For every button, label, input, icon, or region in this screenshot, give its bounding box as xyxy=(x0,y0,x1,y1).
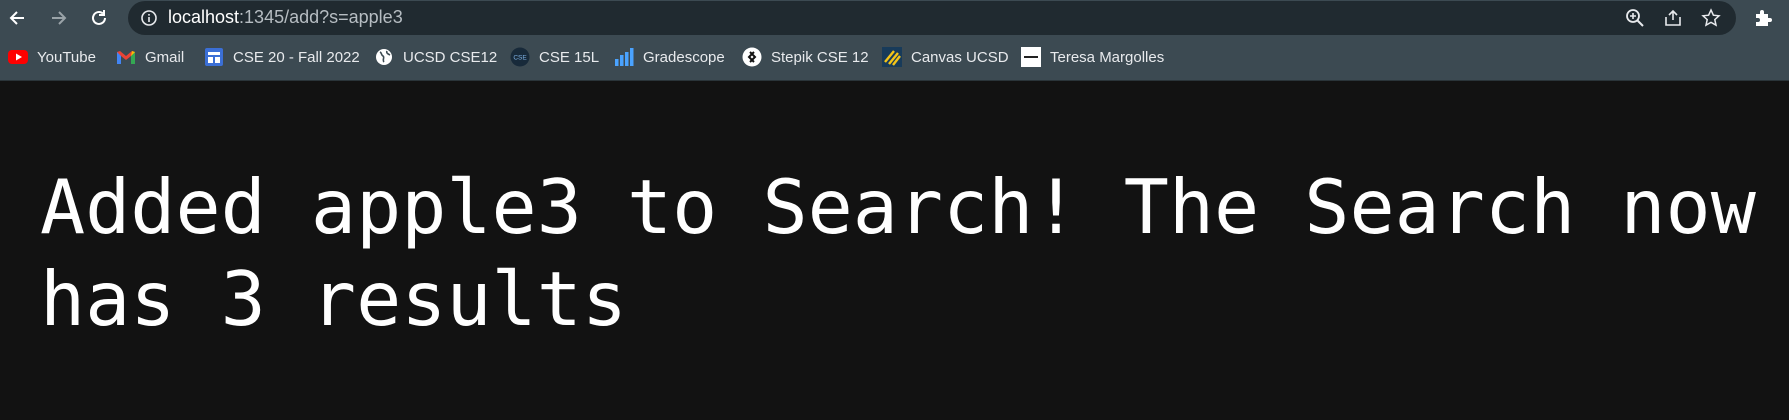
site-info-icon[interactable] xyxy=(138,7,160,29)
bookmark-cse15l[interactable]: CSE CSE 15L xyxy=(510,44,599,70)
artsy-icon xyxy=(1021,47,1041,67)
forward-arrow-icon xyxy=(52,11,67,25)
bookmark-ucsd-cse12[interactable]: UCSD CSE12 xyxy=(374,44,497,70)
bookmark-label: Stepik CSE 12 xyxy=(771,48,869,66)
bookmark-label: CSE 15L xyxy=(539,48,600,66)
url-text[interactable]: localhost:1345/add?s=apple3 xyxy=(168,7,403,28)
svg-text:CSE: CSE xyxy=(513,55,527,62)
bookmark-canvas-ucsd[interactable]: Canvas UCSD xyxy=(882,44,1009,70)
calendar-board-icon xyxy=(204,47,224,67)
reload-icon xyxy=(92,10,106,25)
bookmark-stepik[interactable]: Stepik CSE 12 xyxy=(742,44,869,70)
bookmark-cse20[interactable]: CSE 20 - Fall 2022 xyxy=(204,44,360,70)
bookmarks-bar: YouTube Gmail CSE 20 - Fall 2022 UCSD CS… xyxy=(0,35,1789,81)
bookmark-youtube[interactable]: YouTube xyxy=(8,44,96,70)
stepik-icon xyxy=(742,47,762,67)
bookmark-teresa-margolles[interactable]: Teresa Margolles xyxy=(1021,44,1164,70)
cse-logo-icon: CSE xyxy=(510,47,530,67)
bookmark-label: Teresa Margolles xyxy=(1050,48,1165,66)
bookmark-label: CSE 20 - Fall 2022 xyxy=(233,48,360,66)
forward-button[interactable] xyxy=(45,5,71,31)
url-host: localhost xyxy=(168,7,240,27)
page-message: Added apple3 to Search! The Search now h… xyxy=(40,163,1756,343)
bookmark-gmail[interactable]: Gmail xyxy=(116,44,184,70)
youtube-icon xyxy=(8,47,28,67)
bookmark-label: UCSD CSE12 xyxy=(403,48,498,66)
address-bar[interactable]: localhost:1345/add?s=apple3 xyxy=(128,1,1736,35)
browser-toolbar: localhost:1345/add?s=apple3 xyxy=(0,0,1789,35)
bookmark-label: Gmail xyxy=(145,48,185,66)
gmail-icon xyxy=(116,47,136,67)
share-icon[interactable] xyxy=(1662,7,1684,29)
canvas-icon xyxy=(882,47,902,67)
bookmark-gradescope[interactable]: Gradescope xyxy=(614,44,725,70)
bookmark-label: YouTube xyxy=(37,48,96,66)
back-arrow-icon xyxy=(9,11,24,25)
reload-button[interactable] xyxy=(86,5,112,31)
extensions-button[interactable] xyxy=(1750,6,1776,30)
url-path: :1345/add?s=apple3 xyxy=(239,7,403,27)
globe-icon xyxy=(374,47,394,67)
bookmark-star-icon[interactable] xyxy=(1700,7,1722,29)
back-button[interactable] xyxy=(5,5,31,31)
bar-chart-icon xyxy=(614,47,634,67)
zoom-icon[interactable] xyxy=(1624,7,1646,29)
puzzle-piece-icon xyxy=(1756,10,1772,26)
bookmark-label: Canvas UCSD xyxy=(911,48,1009,66)
bookmark-label: Gradescope xyxy=(643,48,725,66)
